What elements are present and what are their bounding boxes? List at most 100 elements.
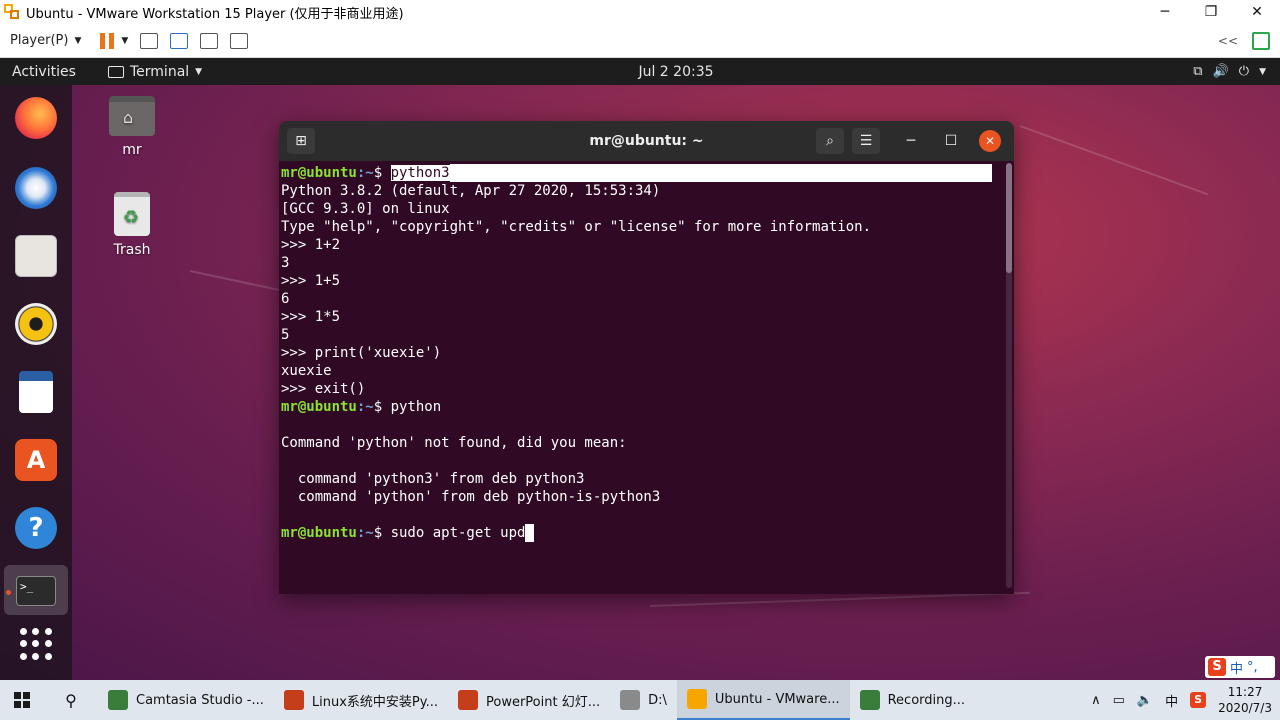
- top-clock[interactable]: Jul 2 20:35: [638, 64, 713, 80]
- dock-files[interactable]: [13, 233, 59, 279]
- prompt-dollar: $: [373, 165, 391, 181]
- ubuntu-topbar: Activities Terminal ▼ Jul 2 20:35 ⧉ 🔊 ⏻ …: [0, 58, 1280, 85]
- wallpaper-streak: [649, 591, 1030, 607]
- prompt-user: mr@ubuntu: [281, 165, 357, 181]
- files-icon: [15, 235, 57, 277]
- removable-devices-icon[interactable]: [170, 32, 189, 49]
- taskbar-task[interactable]: D:\: [610, 680, 677, 720]
- terminal-line: >>> 1*5: [281, 309, 341, 325]
- maximize-button[interactable]: ❐: [1188, 0, 1234, 24]
- volume-icon: 🔊: [1212, 64, 1229, 79]
- terminal-lines: mr@ubuntu:~$ python3 Python 3.8.2 (defaul…: [281, 164, 1014, 542]
- app-menu[interactable]: Terminal ▼: [108, 64, 202, 80]
- search-icon[interactable]: ⌕: [816, 128, 844, 154]
- terminal-line: command 'python' from deb python-is-pyth…: [281, 489, 661, 505]
- sogou-icon[interactable]: S: [1190, 692, 1207, 708]
- dock-thunderbird[interactable]: [13, 165, 59, 211]
- taskbar-task-list: Camtasia Studio -... Linux系统中安装Py... Power…: [98, 680, 975, 720]
- desktop-icon-trash[interactable]: ♻ Trash: [92, 192, 172, 258]
- desktop-icon-label: Trash: [113, 242, 151, 258]
- terminal-line: >>> 1+5: [281, 273, 341, 289]
- windows-taskbar: ⚲ Camtasia Studio -... Linux系统中安装Py... Pow…: [0, 680, 1280, 720]
- minimize-button[interactable]: ─: [1142, 0, 1188, 24]
- taskbar-task[interactable]: Recording...: [850, 680, 975, 720]
- network-icon[interactable]: ▭: [1113, 693, 1125, 708]
- libreoffice-writer-icon: [19, 371, 53, 413]
- dock-firefox[interactable]: [13, 95, 59, 141]
- firefox-icon: [15, 97, 57, 139]
- vmware-logo-icon: [4, 4, 20, 20]
- terminal-window[interactable]: ⊞ mr@ubuntu: ~ ⌕ ☰ ─ ☐ ✕ mr@ubuntu:~$ py…: [279, 121, 1014, 594]
- terminal-line: 6: [281, 291, 290, 307]
- send-ctrl-alt-del-icon[interactable]: [140, 32, 159, 49]
- clock-time: 11:27: [1227, 685, 1263, 699]
- terminal-output[interactable]: mr@ubuntu:~$ python3 Python 3.8.2 (defaul…: [279, 161, 1014, 594]
- terminal-line: 3: [281, 255, 290, 271]
- hamburger-menu-icon[interactable]: ☰: [852, 128, 880, 154]
- start-button[interactable]: [0, 680, 44, 720]
- sogou-icon: S: [1208, 658, 1226, 676]
- unity-mode-icon[interactable]: [230, 32, 249, 49]
- new-tab-icon[interactable]: ⊞: [287, 128, 315, 154]
- volume-icon[interactable]: 🔈: [1137, 693, 1153, 708]
- taskbar-task[interactable]: Ubuntu - VMware...: [676, 680, 850, 720]
- collapse-toolbar-button[interactable]: <<: [1218, 34, 1238, 48]
- minimize-icon[interactable]: ─: [897, 128, 925, 154]
- search-icon[interactable]: ⚲: [44, 680, 98, 720]
- typed-command: sudo apt-get upd: [390, 525, 526, 541]
- ime-floating-bar[interactable]: S 中 °,: [1205, 656, 1275, 678]
- terminal-title: mr@ubuntu: ~: [589, 133, 704, 149]
- terminal-line: >>> 1+2: [281, 237, 341, 253]
- library-icon[interactable]: [1252, 31, 1270, 50]
- show-applications-icon[interactable]: [20, 628, 52, 660]
- system-tray[interactable]: ⧉ 🔊 ⏻ ▼: [1193, 64, 1266, 79]
- terminal-line: Type "help", "copyright", "credits" or "…: [281, 219, 872, 235]
- chevron-down-icon: ▼: [195, 66, 203, 77]
- dock-terminal[interactable]: >_: [13, 568, 59, 614]
- terminal-line: 5: [281, 327, 290, 343]
- chevron-down-icon[interactable]: ▼: [121, 36, 128, 46]
- typed-command: python3: [390, 165, 450, 181]
- terminal-scrollbar[interactable]: [1006, 163, 1012, 588]
- dock-rhythmbox[interactable]: [13, 301, 59, 347]
- chevron-up-icon[interactable]: ∧: [1091, 693, 1101, 708]
- home-folder-icon: ⌂: [109, 96, 155, 136]
- player-menu[interactable]: Player(P) ▼: [10, 33, 81, 48]
- chevron-down-icon: ▼: [74, 35, 82, 46]
- close-icon[interactable]: ✕: [979, 130, 1001, 152]
- desktop-icon-label: mr: [122, 142, 142, 158]
- running-indicator: [6, 590, 11, 595]
- pause-icon[interactable]: [99, 32, 115, 49]
- scrollbar-thumb[interactable]: [1006, 163, 1012, 273]
- thunderbird-icon: [15, 167, 57, 209]
- taskbar-task[interactable]: PowerPoint 幻灯...: [448, 680, 610, 720]
- dock-software[interactable]: A: [13, 437, 59, 483]
- terminal-line: >>> exit(): [281, 381, 366, 397]
- selection-highlight: [449, 164, 992, 182]
- dock-writer[interactable]: [13, 369, 59, 415]
- powerpoint-icon: [458, 690, 478, 710]
- fullscreen-icon[interactable]: [200, 32, 219, 49]
- activities-button[interactable]: Activities: [12, 64, 102, 80]
- desktop-icon-home[interactable]: ⌂ mr: [92, 96, 172, 158]
- close-button[interactable]: ✕: [1234, 0, 1280, 24]
- ime-indicator[interactable]: 中: [1165, 691, 1178, 710]
- player-menu-label: Player(P): [10, 33, 69, 48]
- taskbar-tray: ∧ ▭ 🔈 中 S 11:27 2020/7/3: [1091, 684, 1280, 716]
- vmware-titlebar: Ubuntu - VMware Workstation 15 Player (仅…: [0, 0, 1280, 24]
- prompt-user: mr@ubuntu: [281, 399, 357, 415]
- text-cursor: [525, 524, 535, 542]
- app-menu-label: Terminal: [130, 63, 190, 80]
- taskbar-clock[interactable]: 11:27 2020/7/3: [1218, 684, 1272, 716]
- dock-help[interactable]: ?: [13, 505, 59, 551]
- ime-lang: 中: [1230, 661, 1244, 677]
- taskbar-task-label: Ubuntu - VMware...: [714, 691, 840, 707]
- network-icon: ⧉: [1193, 64, 1203, 79]
- maximize-icon[interactable]: ☐: [937, 128, 965, 154]
- taskbar-task[interactable]: Linux系统中安装Py...: [274, 680, 448, 720]
- taskbar-task[interactable]: Camtasia Studio -...: [98, 680, 274, 720]
- taskbar-task-label: Recording...: [887, 692, 966, 708]
- help-icon: ?: [15, 507, 57, 549]
- taskbar-task-label: Linux系统中安装Py...: [311, 694, 438, 710]
